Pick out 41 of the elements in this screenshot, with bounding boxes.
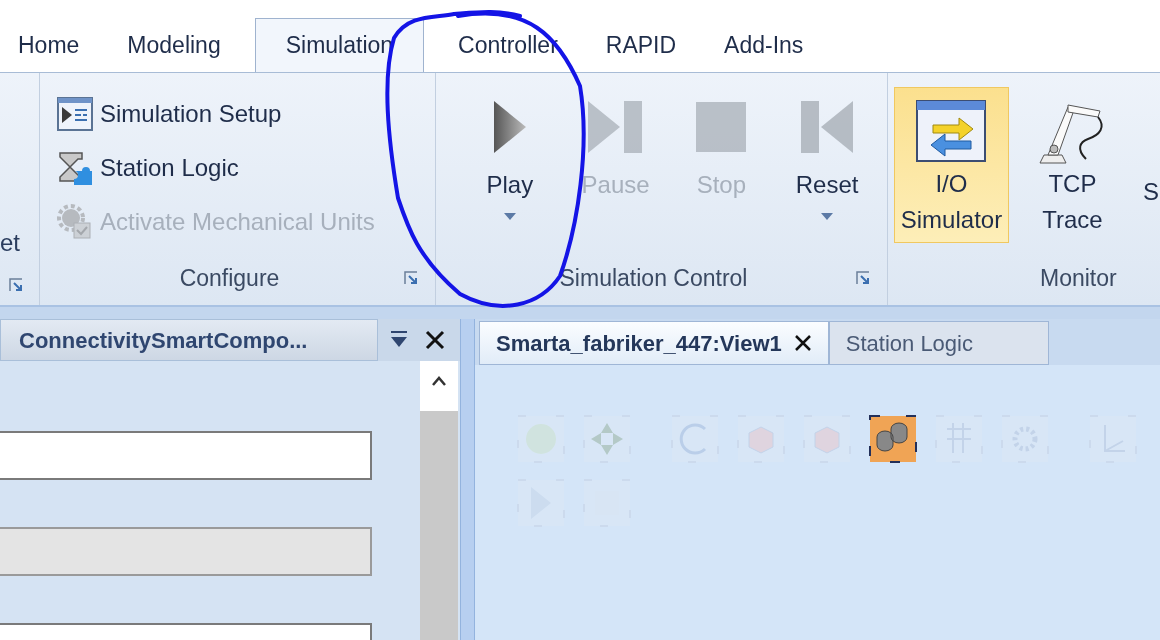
orbit-icon[interactable] (671, 415, 719, 463)
group-label: Monitor (1040, 263, 1117, 293)
ribbon-tab[interactable]: Add-Ins (710, 18, 818, 72)
dialog-launcher-icon[interactable] (403, 269, 419, 286)
document-tab[interactable]: Station Logic (828, 321, 1049, 365)
ribbon-button[interactable]: Play (466, 95, 554, 261)
cube-icon[interactable] (803, 415, 851, 463)
setup-window-icon (56, 95, 94, 133)
ribbon-button[interactable]: S (1141, 87, 1160, 215)
ribbon-button[interactable]: TCP Trace (1014, 87, 1130, 243)
zoom-fit-icon[interactable] (583, 415, 631, 463)
input-field[interactable] (0, 431, 372, 480)
swap-arrows-window-icon (915, 99, 988, 163)
cube-icon[interactable] (737, 415, 785, 463)
ribbon-button[interactable]: Station Logic (56, 149, 419, 187)
caret-icon (821, 213, 834, 221)
ribbon-tab[interactable]: Simulation (254, 18, 425, 72)
logic-puzzle-icon (56, 149, 94, 187)
rewind-to-start-icon (799, 99, 856, 155)
document-tab[interactable]: Smarta_fabriker_447:View1 (479, 321, 829, 365)
scrollbar[interactable] (420, 361, 458, 640)
group-label: Simulation Control (558, 263, 749, 293)
dialog-launcher-icon[interactable] (855, 269, 871, 286)
caret-icon (503, 213, 516, 221)
ribbon-button[interactable]: Simulation Setup (56, 95, 419, 133)
group-label: Configure (178, 263, 281, 293)
stop-icon (695, 101, 748, 153)
close-icon[interactable] (424, 329, 446, 351)
gear-icon (56, 203, 94, 241)
ribbon-tab[interactable]: RAPID (591, 18, 691, 72)
scroll-up-icon[interactable] (431, 375, 447, 387)
close-icon[interactable] (793, 334, 812, 352)
ribbon-button[interactable]: I/O Simulator (894, 87, 1009, 243)
panel-splitter[interactable] (460, 319, 475, 640)
ribbon-tab[interactable]: Home (4, 18, 94, 72)
dialog-launcher-icon[interactable] (8, 277, 24, 293)
group-button-label: et (0, 231, 20, 255)
panel-title: ConnectivitySmartCompo... (0, 319, 378, 361)
parts-icon[interactable] (869, 415, 917, 463)
ribbon-button[interactable]: Reset (783, 95, 871, 261)
ribbon-tab[interactable]: Modeling (113, 18, 235, 72)
